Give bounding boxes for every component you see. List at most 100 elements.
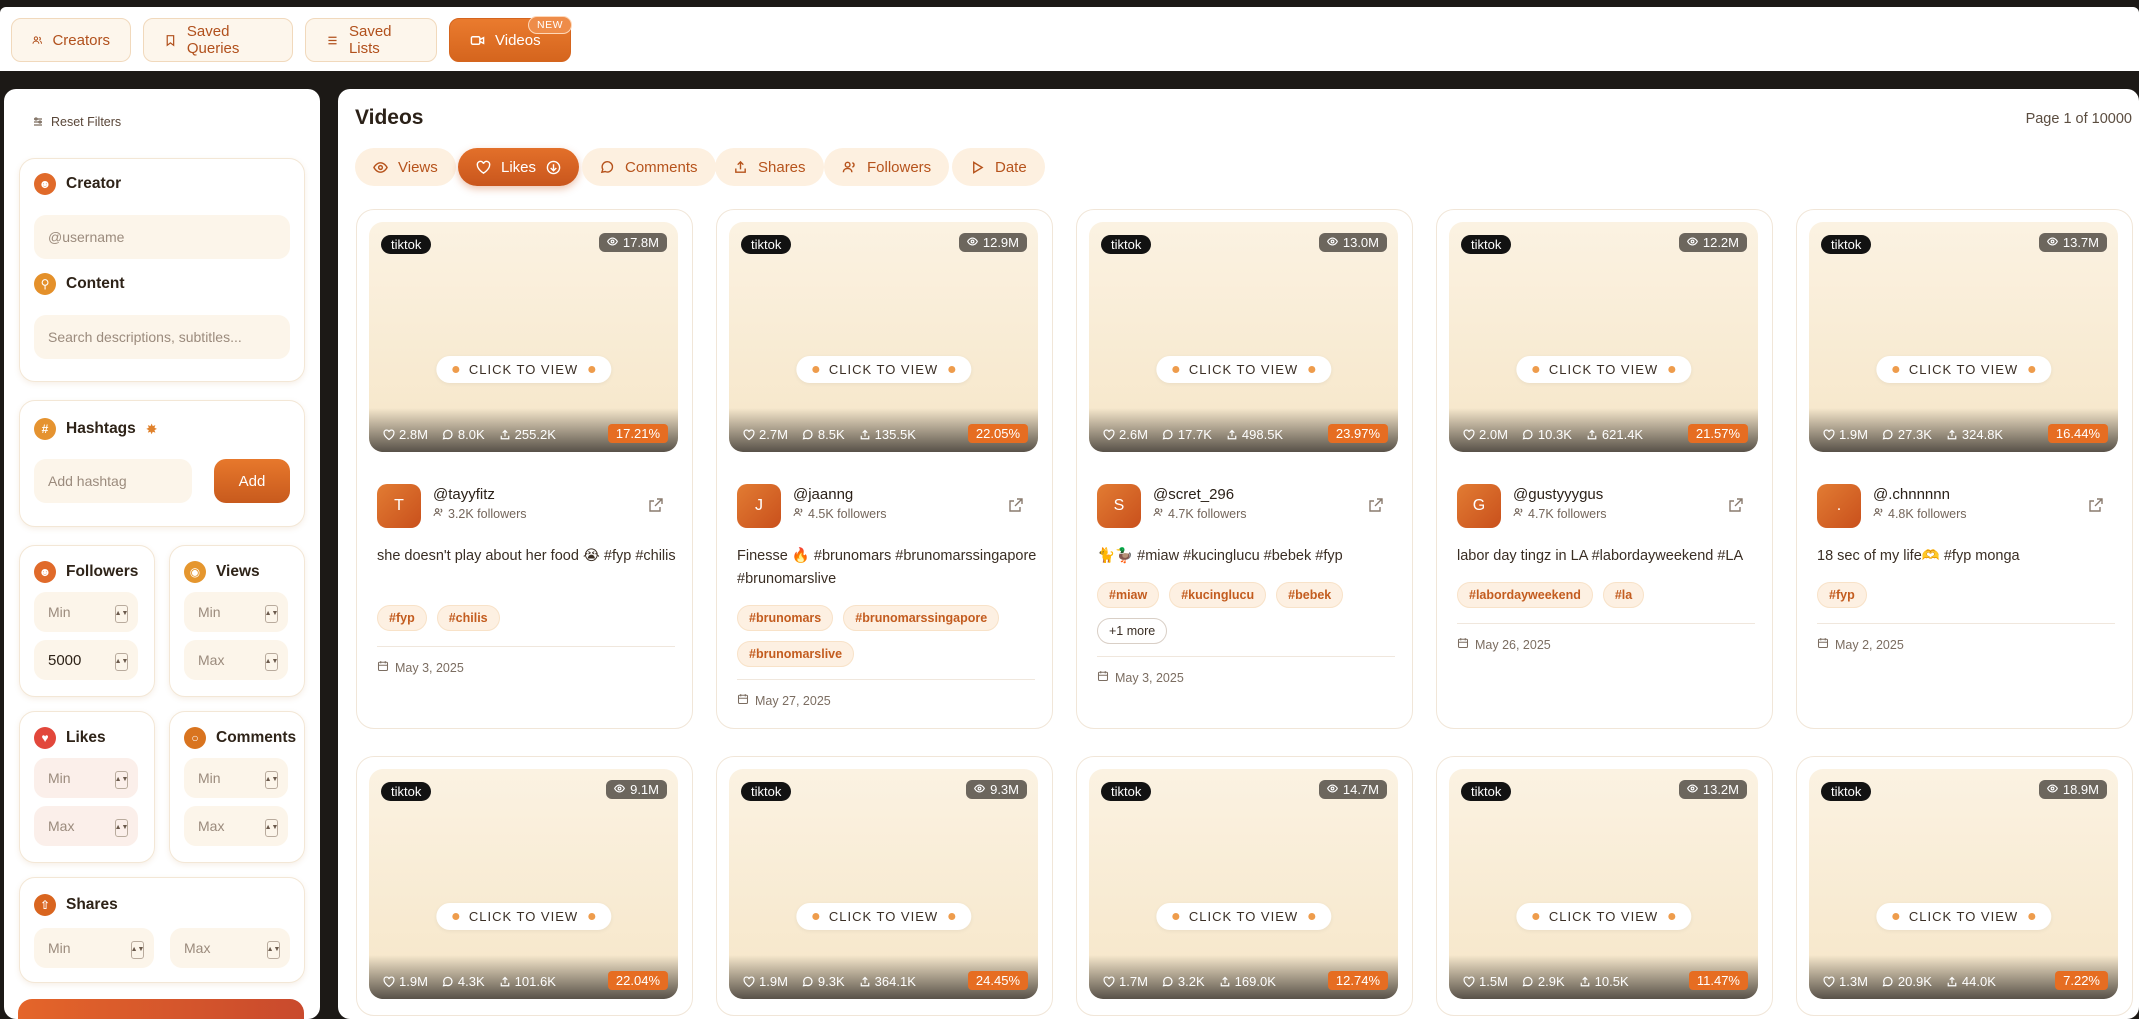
click-to-view-button[interactable]: CLICK TO VIEW: [1515, 356, 1692, 383]
avatar[interactable]: S: [1097, 484, 1141, 528]
hashtag-chip[interactable]: #bebek: [1276, 582, 1344, 608]
stepper-icon[interactable]: ▲▼: [267, 941, 280, 959]
video-thumbnail[interactable]: tiktok 13.7M CLICK TO VIEW 1.9M 27.3K 32…: [1809, 222, 2118, 452]
click-to-view-button[interactable]: CLICK TO VIEW: [1875, 903, 2052, 930]
video-card[interactable]: tiktok 18.9M CLICK TO VIEW 1.3M 20.9K 44…: [1796, 756, 2133, 1016]
avatar[interactable]: G: [1457, 484, 1501, 528]
click-to-view-button[interactable]: CLICK TO VIEW: [435, 903, 612, 930]
click-to-view-button[interactable]: CLICK TO VIEW: [795, 356, 972, 383]
video-card[interactable]: tiktok 14.7M CLICK TO VIEW 1.7M 3.2K 169…: [1076, 756, 1413, 1016]
stepper-icon[interactable]: ▲▼: [265, 605, 278, 623]
video-card[interactable]: tiktok 12.9M CLICK TO VIEW 2.7M 8.5K 135…: [716, 209, 1053, 729]
hashtag-chip[interactable]: #kucinglucu: [1169, 582, 1267, 608]
video-card[interactable]: tiktok 12.2M CLICK TO VIEW 2.0M 10.3K 62…: [1436, 209, 1773, 729]
avatar[interactable]: .: [1817, 484, 1861, 528]
stepper-icon[interactable]: ▲▼: [115, 653, 128, 671]
shares-metric: 621.4K: [1586, 427, 1643, 442]
stepper-icon[interactable]: ▲▼: [265, 653, 278, 671]
hashtag-chip[interactable]: #brunomarssingapore: [843, 605, 1000, 631]
stepper-icon[interactable]: ▲▼: [115, 605, 128, 623]
followers-min-input[interactable]: Min ▲▼: [34, 592, 138, 632]
video-thumbnail[interactable]: tiktok 13.2M CLICK TO VIEW 1.5M 2.9K 10.…: [1449, 769, 1758, 999]
video-thumbnail[interactable]: tiktok 18.9M CLICK TO VIEW 1.3M 20.9K 44…: [1809, 769, 2118, 999]
video-thumbnail[interactable]: tiktok 9.1M CLICK TO VIEW 1.9M 4.3K 101.…: [369, 769, 678, 999]
video-card[interactable]: tiktok 9.1M CLICK TO VIEW 1.9M 4.3K 101.…: [356, 756, 693, 1016]
hashtag-input[interactable]: Add hashtag: [34, 459, 192, 503]
sort-shares-button[interactable]: Shares: [715, 148, 824, 186]
comments-max-input[interactable]: Max ▲▼: [184, 806, 288, 846]
comments-count: 10.3K: [1537, 427, 1572, 442]
reset-filters-button[interactable]: Reset Filters: [32, 115, 121, 129]
video-card[interactable]: tiktok 13.7M CLICK TO VIEW 1.9M 27.3K 32…: [1796, 209, 2133, 729]
hashtag-list: #fyp: [1817, 582, 2117, 608]
likes-max-input[interactable]: Max ▲▼: [34, 806, 138, 846]
creator-username[interactable]: @jaanng: [793, 486, 853, 503]
comments-min-input[interactable]: Min ▲▼: [184, 758, 288, 798]
stepper-icon[interactable]: ▲▼: [115, 819, 128, 837]
stepper-icon[interactable]: ▲▼: [265, 771, 278, 789]
sort-views-button[interactable]: Views: [355, 148, 456, 186]
creator-username[interactable]: @.chnnnnn: [1873, 486, 1950, 503]
video-thumbnail[interactable]: tiktok 13.0M CLICK TO VIEW 2.6M 17.7K 49…: [1089, 222, 1398, 452]
hashtag-chip[interactable]: #brunomars: [737, 605, 834, 631]
click-to-view-button[interactable]: CLICK TO VIEW: [435, 356, 612, 383]
creator-input[interactable]: @username: [34, 215, 290, 259]
video-card[interactable]: tiktok 13.2M CLICK TO VIEW 1.5M 2.9K 10.…: [1436, 756, 1773, 1016]
click-to-view-button[interactable]: CLICK TO VIEW: [1875, 356, 2052, 383]
video-thumbnail[interactable]: tiktok 12.2M CLICK TO VIEW 2.0M 10.3K 62…: [1449, 222, 1758, 452]
views-badge: 9.1M: [606, 780, 667, 799]
hashtag-chip[interactable]: #chilis: [436, 605, 500, 631]
stepper-icon[interactable]: ▲▼: [115, 771, 128, 789]
divider: [377, 646, 675, 647]
click-to-view-label: CLICK TO VIEW: [828, 362, 939, 377]
shares-max-input[interactable]: Max ▲▼: [170, 928, 290, 968]
hashtag-chip[interactable]: #fyp: [377, 605, 427, 631]
click-to-view-button[interactable]: CLICK TO VIEW: [1155, 356, 1332, 383]
stepper-icon[interactable]: ▲▼: [265, 819, 278, 837]
avatar[interactable]: J: [737, 484, 781, 528]
hashtag-chip[interactable]: #miaw: [1097, 582, 1160, 608]
add-hashtag-button[interactable]: Add: [214, 459, 290, 503]
video-card[interactable]: tiktok 17.8M CLICK TO VIEW 2.8M 8.0K 255…: [356, 209, 693, 729]
video-thumbnail[interactable]: tiktok 14.7M CLICK TO VIEW 1.7M 3.2K 169…: [1089, 769, 1398, 999]
views-max-placeholder: Max: [198, 652, 225, 668]
nav-videos-button[interactable]: Videos NEW: [449, 16, 572, 62]
creator-username[interactable]: @gustyyygus: [1513, 486, 1603, 503]
content-input[interactable]: Search descriptions, subtitles...: [34, 315, 290, 359]
hashtag-chip[interactable]: #fyp: [1817, 582, 1867, 608]
video-thumbnail[interactable]: tiktok 9.3M CLICK TO VIEW 1.9M 9.3K 364.…: [729, 769, 1038, 999]
sort-date-button[interactable]: Date: [952, 148, 1045, 186]
creator-username[interactable]: @scret_296: [1153, 486, 1234, 503]
dot-icon: [588, 366, 596, 373]
hashtag-chip[interactable]: #labordayweekend: [1457, 582, 1593, 608]
sort-followers-button[interactable]: Followers: [824, 148, 950, 186]
nav-creators-button[interactable]: Creators: [11, 18, 131, 62]
video-thumbnail[interactable]: tiktok 17.8M CLICK TO VIEW 2.8M 8.0K 255…: [369, 222, 678, 452]
views-min-input[interactable]: Min ▲▼: [184, 592, 288, 632]
more-tags-chip[interactable]: +1 more: [1097, 618, 1168, 644]
sort-followers-label: Followers: [867, 158, 932, 176]
nav-saved-lists-button[interactable]: Saved Lists: [305, 18, 437, 62]
views-max-input[interactable]: Max ▲▼: [184, 640, 288, 680]
avatar[interactable]: T: [377, 484, 421, 528]
hashtag-chip[interactable]: #la: [1602, 582, 1645, 608]
apply-filters-button[interactable]: [18, 999, 304, 1019]
sort-likes-button[interactable]: Likes: [458, 148, 580, 186]
video-thumbnail[interactable]: tiktok 12.9M CLICK TO VIEW 2.7M 8.5K 135…: [729, 222, 1038, 452]
divider: [737, 679, 1035, 680]
followers-max-input[interactable]: 5000 ▲▼: [34, 640, 138, 680]
comments-metric: 27.3K: [1882, 427, 1932, 442]
sort-comments-button[interactable]: Comments: [582, 148, 716, 186]
creator-username[interactable]: @tayyfitz: [433, 486, 495, 503]
shares-min-input[interactable]: Min ▲▼: [34, 928, 154, 968]
hashtag-chip[interactable]: #brunomarslive: [737, 641, 855, 667]
click-to-view-button[interactable]: CLICK TO VIEW: [795, 903, 972, 930]
click-to-view-button[interactable]: CLICK TO VIEW: [1155, 903, 1332, 930]
stepper-icon[interactable]: ▲▼: [131, 941, 144, 959]
nav-saved-queries-button[interactable]: Saved Queries: [143, 18, 293, 62]
click-to-view-button[interactable]: CLICK TO VIEW: [1515, 903, 1692, 930]
likes-min-input[interactable]: Min ▲▼: [34, 758, 138, 798]
video-card[interactable]: tiktok 9.3M CLICK TO VIEW 1.9M 9.3K 364.…: [716, 756, 1053, 1016]
video-description: she doesn't play about her food 😭 #fyp #…: [377, 548, 676, 564]
video-card[interactable]: tiktok 13.0M CLICK TO VIEW 2.6M 17.7K 49…: [1076, 209, 1413, 729]
